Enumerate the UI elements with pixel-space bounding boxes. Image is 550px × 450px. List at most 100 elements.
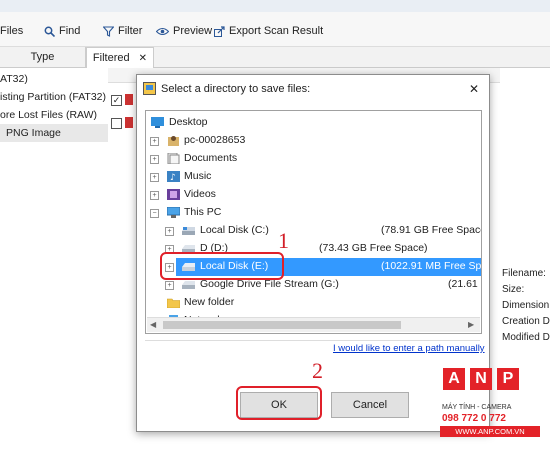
enter-path-manually-link[interactable]: I would like to enter a path manually bbox=[333, 343, 485, 354]
cancel-label: Cancel bbox=[352, 399, 388, 411]
tree-item-label: This PC bbox=[184, 206, 222, 218]
tree-item-label: pc-00028653 bbox=[184, 134, 246, 146]
detail-label: Size: bbox=[502, 284, 525, 295]
left-tree-item-label: PNG Image bbox=[6, 127, 61, 139]
tab-filtered[interactable]: Filtered ✕ bbox=[86, 47, 154, 68]
filter-button[interactable]: Filter bbox=[103, 23, 142, 39]
preview-button[interactable]: Preview bbox=[156, 23, 212, 39]
detail-label: Creation D bbox=[502, 316, 550, 327]
tree-item-this-pc[interactable]: − This PC bbox=[146, 204, 481, 222]
files-label: Files bbox=[0, 25, 24, 37]
free-space-text: (78.91 GB Free Space bbox=[381, 224, 482, 236]
left-tree-item-label: ore Lost Files (RAW) bbox=[0, 109, 98, 121]
dialog-title-bar: Select a directory to save files: ✕ bbox=[137, 75, 489, 103]
tree-item-label: Desktop bbox=[169, 116, 208, 128]
left-tree-item[interactable]: AT32) bbox=[0, 70, 108, 88]
separator bbox=[145, 340, 480, 341]
row-checkbox[interactable] bbox=[111, 118, 122, 129]
highlight-box-ok bbox=[236, 386, 322, 420]
music-icon: ♪ bbox=[167, 171, 180, 182]
toolbar: Files Find Filter Preview Export Scan Re… bbox=[0, 12, 550, 47]
expand-icon[interactable]: + bbox=[150, 191, 159, 200]
logo-letter: A bbox=[443, 368, 465, 390]
detail-label: Dimension bbox=[502, 300, 550, 311]
anp-logo: A N P MÁY TÍNH - CAMERA 098 772 0 772 WW… bbox=[440, 368, 545, 448]
logo-letter: P bbox=[497, 368, 519, 390]
files-button[interactable]: Files bbox=[0, 23, 23, 39]
logo-letter: N bbox=[470, 368, 492, 390]
folder-icon bbox=[167, 298, 180, 308]
tree-item-label: Local Disk (C:) bbox=[200, 224, 269, 236]
user-icon bbox=[168, 136, 179, 146]
tab-filtered-label: Filtered bbox=[92, 52, 130, 64]
find-button[interactable]: Find bbox=[44, 23, 80, 39]
directory-tree: Desktop + pc-00028653 + Documents + ♪ Mu… bbox=[145, 110, 482, 334]
export-icon bbox=[214, 25, 225, 37]
close-tab-icon[interactable]: ✕ bbox=[139, 53, 147, 64]
eye-icon bbox=[156, 27, 169, 35]
export-label: Export Scan Result bbox=[229, 25, 324, 37]
scroll-left-icon[interactable]: ◀ bbox=[150, 320, 156, 329]
step-number-1: 1 bbox=[278, 228, 289, 253]
search-icon bbox=[44, 26, 55, 37]
left-tree-item[interactable]: ore Lost Files (RAW) bbox=[0, 106, 108, 124]
logo-tagline: MÁY TÍNH - CAMERA bbox=[442, 404, 512, 411]
tree-item-label: Documents bbox=[184, 152, 238, 164]
filter-icon bbox=[103, 25, 114, 37]
highlight-box-local-disk-e bbox=[160, 252, 284, 280]
cancel-button[interactable]: Cancel bbox=[331, 392, 409, 418]
computer-icon bbox=[167, 207, 180, 218]
left-tree-item-label: isting Partition (FAT32) bbox=[0, 91, 107, 103]
logo-website: WWW.ANP.COM.VN bbox=[440, 426, 540, 437]
tree-item-local-disk-c[interactable]: + Local Disk (C:) (78.91 GB Free Space bbox=[146, 222, 481, 240]
tree-item-label: Music bbox=[184, 170, 212, 182]
tab-bar: Type Filtered ✕ bbox=[0, 47, 550, 68]
free-space-text: (1022.91 MB Free Spa bbox=[381, 260, 482, 272]
export-scan-result-button[interactable]: Export Scan Result bbox=[214, 23, 323, 39]
left-tree-pane: AT32) isting Partition (FAT32) ore Lost … bbox=[0, 68, 114, 450]
tree-item-documents[interactable]: + Documents bbox=[146, 150, 481, 168]
tree-item-user[interactable]: + pc-00028653 bbox=[146, 132, 481, 150]
find-label: Find bbox=[59, 25, 81, 37]
expand-icon[interactable]: + bbox=[150, 173, 159, 182]
videos-icon bbox=[167, 189, 180, 200]
horizontal-scrollbar[interactable]: ◀ ▶ bbox=[147, 317, 480, 332]
tree-item-desktop[interactable]: Desktop bbox=[146, 114, 481, 132]
desktop-icon bbox=[151, 117, 164, 128]
tree-item-label: New folder bbox=[184, 296, 235, 308]
free-space-text: (21.61 bbox=[448, 278, 478, 290]
expand-icon[interactable]: + bbox=[150, 155, 159, 164]
tree-item-videos[interactable]: + Videos bbox=[146, 186, 481, 204]
scrollbar-thumb[interactable] bbox=[163, 321, 401, 329]
window-top-strip bbox=[0, 0, 550, 12]
app-icon bbox=[143, 82, 156, 95]
left-tree-item[interactable]: isting Partition (FAT32) bbox=[0, 88, 108, 106]
documents-icon bbox=[167, 153, 180, 164]
file-image-icon bbox=[125, 94, 133, 105]
row-checkbox-checked[interactable]: ✓ bbox=[111, 95, 122, 106]
tab-type-label: Type bbox=[30, 51, 55, 63]
tree-item-music[interactable]: + ♪ Music bbox=[146, 168, 481, 186]
drive-icon bbox=[182, 281, 195, 289]
step-number-2: 2 bbox=[312, 358, 323, 383]
close-icon[interactable]: ✕ bbox=[469, 82, 479, 96]
expand-icon[interactable]: + bbox=[150, 137, 159, 146]
preview-label: Preview bbox=[173, 25, 213, 37]
drive-icon bbox=[182, 227, 195, 235]
expand-icon[interactable]: + bbox=[165, 227, 174, 236]
tree-item-label: Videos bbox=[184, 188, 216, 200]
detail-label: Modified D bbox=[502, 332, 550, 343]
left-tree-item-selected[interactable]: PNG Image bbox=[0, 124, 114, 142]
svg-text:♪: ♪ bbox=[170, 173, 176, 182]
free-space-text: (73.43 GB Free Space) bbox=[319, 242, 428, 254]
expand-icon[interactable]: + bbox=[165, 281, 174, 290]
file-image-icon bbox=[125, 117, 133, 128]
scroll-right-icon[interactable]: ▶ bbox=[468, 320, 474, 329]
tab-type[interactable]: Type bbox=[0, 47, 86, 67]
tree-item-new-folder[interactable]: New folder bbox=[146, 294, 481, 312]
collapse-icon[interactable]: − bbox=[150, 209, 159, 218]
dialog-title: Select a directory to save files: bbox=[161, 83, 311, 95]
left-tree-item-label: AT32) bbox=[0, 73, 28, 85]
filter-label: Filter bbox=[118, 25, 143, 37]
logo-phone: 098 772 0 772 bbox=[442, 413, 506, 424]
